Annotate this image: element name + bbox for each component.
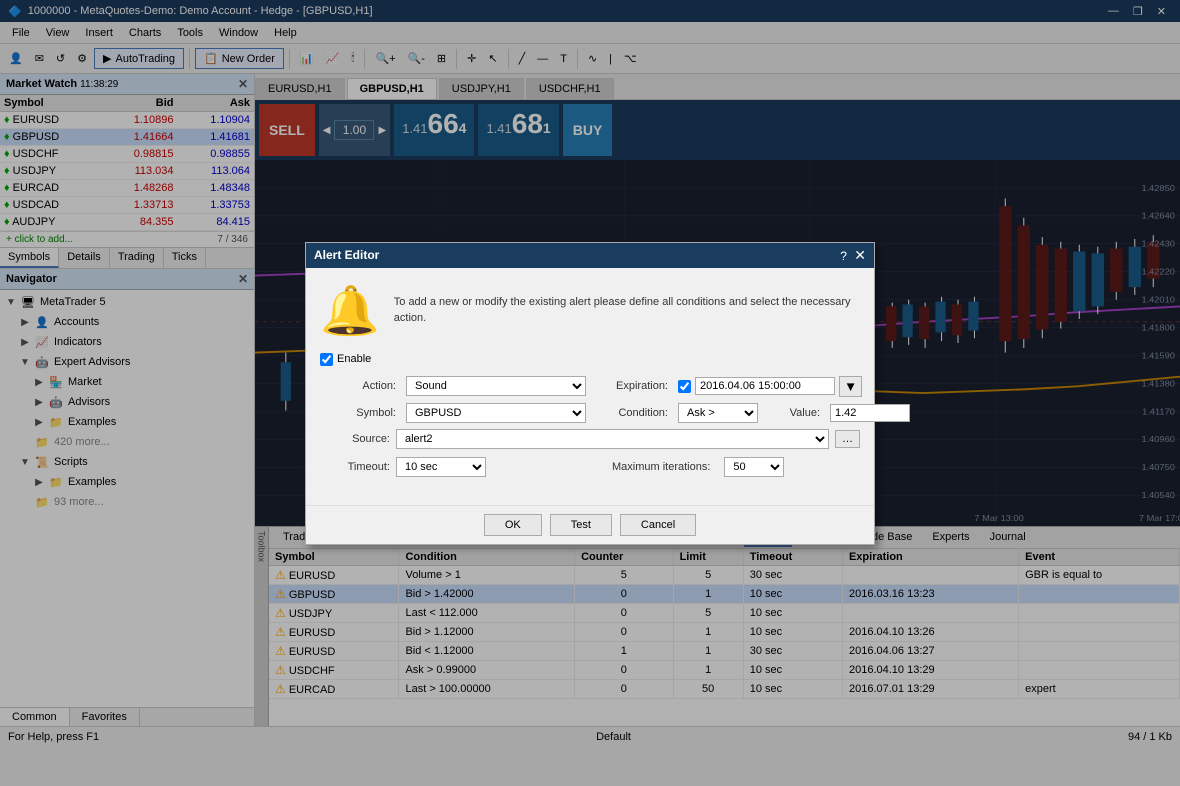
modal-body: 🔔 To add a new or modify the existing al… [306, 268, 874, 491]
modal-message: To add a new or modify the existing aler… [394, 282, 860, 339]
cancel-button[interactable]: Cancel [620, 514, 696, 536]
condition-select[interactable]: Ask > Bid > Last > Ask < [678, 403, 758, 423]
modal-title: Alert Editor [314, 248, 379, 262]
maxiter-label: Maximum iterations: [612, 461, 710, 473]
value-label: Value: [764, 407, 824, 419]
timeout-label: Timeout: [320, 461, 390, 473]
action-select[interactable]: Sound Email Notification Alert [406, 376, 586, 396]
expiry-calendar-button[interactable]: ▼ [839, 376, 862, 397]
action-label: Action: [320, 380, 400, 392]
condition-label: Condition: [592, 407, 672, 419]
modal-close-button[interactable]: ✕ [854, 247, 866, 264]
ok-button[interactable]: OK [484, 514, 542, 536]
alert-editor-modal: Alert Editor ? ✕ 🔔 To add a new or modif… [305, 242, 875, 545]
modal-controls: ? ✕ [840, 247, 866, 264]
form-row-1: Action: Sound Email Notification Alert E… [320, 376, 860, 397]
source-select[interactable]: alert2 alert1 [396, 429, 829, 449]
expiry-checkbox[interactable] [678, 380, 691, 393]
modal-overlay: Alert Editor ? ✕ 🔔 To add a new or modif… [0, 0, 1180, 786]
source-row: Source: alert2 alert1 … [320, 429, 860, 449]
expiry-row: ▼ [678, 376, 862, 397]
symbol-label: Symbol: [320, 407, 400, 419]
modal-enable-row: Enable [320, 353, 860, 366]
modal-top: 🔔 To add a new or modify the existing al… [320, 282, 860, 339]
form-row-2: Symbol: GBPUSD EURUSD USDJPY Condition: … [320, 403, 860, 423]
value-input[interactable] [830, 404, 910, 422]
modal-buttons: OK Test Cancel [306, 505, 874, 544]
bell-icon: 🔔 [320, 282, 380, 339]
modal-help-button[interactable]: ? [840, 249, 847, 263]
timeout-row: Timeout: 10 sec 30 sec 1 min 5 min Maxim… [320, 457, 860, 477]
timeout-select[interactable]: 10 sec 30 sec 1 min 5 min [396, 457, 486, 477]
test-button[interactable]: Test [550, 514, 612, 536]
enable-checkbox[interactable] [320, 353, 333, 366]
expiry-input[interactable] [695, 377, 835, 395]
expiration-label: Expiration: [592, 380, 672, 392]
source-label: Source: [320, 433, 390, 445]
source-browse-button[interactable]: … [835, 430, 860, 448]
modal-titlebar: Alert Editor ? ✕ [306, 243, 874, 268]
enable-label: Enable [337, 353, 371, 365]
maxiter-select[interactable]: 50 10 100 [724, 457, 784, 477]
symbol-select[interactable]: GBPUSD EURUSD USDJPY [406, 403, 586, 423]
